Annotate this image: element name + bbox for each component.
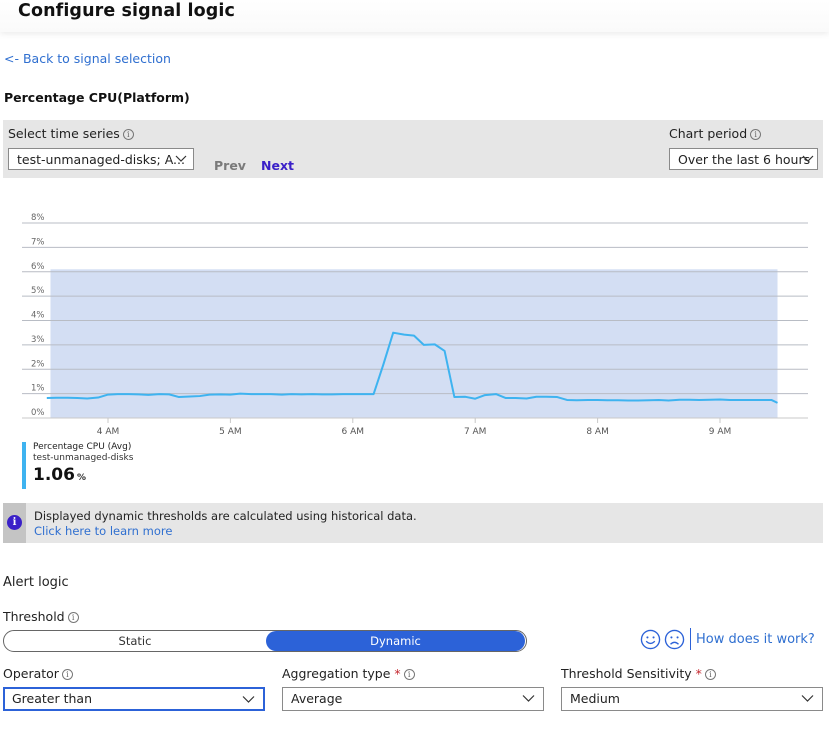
divider: [690, 628, 691, 650]
x-tick-label: 6 AM: [342, 427, 365, 437]
info-icon[interactable]: i: [67, 612, 79, 623]
y-tick-label: 6%: [31, 262, 45, 272]
frown-icon[interactable]: [664, 629, 685, 650]
chevron-down-icon: [801, 695, 814, 702]
y-tick-label: 0%: [31, 408, 45, 418]
operator-selected-value: Greater than: [12, 691, 93, 706]
threshold-option-static[interactable]: Static: [4, 631, 266, 651]
required-marker: *: [394, 666, 401, 681]
x-tick-label: 9 AM: [709, 427, 732, 437]
legend-value-number: 1.06: [33, 465, 75, 485]
how-does-it-work-link[interactable]: How does it work?: [696, 632, 815, 647]
chevron-down-icon: [242, 696, 255, 703]
threshold-label-text: Threshold: [3, 609, 65, 624]
aggregation-type-dropdown[interactable]: Average: [282, 687, 544, 711]
y-tick-label: 4%: [31, 311, 45, 321]
chevron-down-icon: [175, 155, 187, 162]
x-tick-label: 4 AM: [97, 427, 120, 437]
threshold-sensitivity-dropdown[interactable]: Medium: [561, 687, 823, 711]
info-icon[interactable]: i: [61, 669, 73, 680]
y-tick-label: 5%: [31, 286, 45, 296]
time-series-selected-value: test-unmanaged-disks; A...: [17, 152, 185, 167]
blade-header: Configure signal logic: [0, 0, 829, 32]
info-icon: i: [7, 515, 22, 530]
threshold-option-dynamic[interactable]: Dynamic: [266, 631, 525, 651]
time-series-label-text: Select time series: [8, 126, 120, 141]
info-icon[interactable]: i: [122, 129, 134, 140]
legend-resource-name: test-unmanaged-disks: [33, 453, 134, 463]
time-series-toolbar: Select time series i test-unmanaged-disks…: [3, 120, 823, 178]
y-tick-label: 2%: [31, 359, 45, 369]
y-tick-label: 7%: [31, 237, 45, 247]
aggregation-type-label-text: Aggregation type: [282, 666, 391, 681]
y-tick-label: 3%: [31, 335, 45, 345]
info-icon[interactable]: i: [750, 129, 762, 140]
aggregation-type-label: Aggregation type * i: [282, 666, 415, 681]
threshold-sensitivity-selected-value: Medium: [570, 691, 620, 706]
time-series-label: Select time series i: [8, 126, 134, 141]
threshold-type-toggle[interactable]: Static Dynamic: [3, 630, 527, 652]
legend-value-unit: %: [76, 473, 86, 483]
back-to-signal-selection-link[interactable]: <- Back to signal selection: [4, 51, 171, 66]
time-series-select[interactable]: test-unmanaged-disks; A...: [8, 148, 194, 170]
legend-value: 1.06%: [33, 464, 133, 489]
y-tick-label: 8%: [31, 213, 45, 223]
next-button[interactable]: Next: [261, 158, 294, 173]
threshold-sensitivity-label: Threshold Sensitivity * i: [561, 666, 716, 681]
chart-period-select[interactable]: Over the last 6 hours: [669, 148, 818, 170]
info-banner: i Displayed dynamic thresholds are calcu…: [3, 503, 823, 543]
dynamic-threshold-band: [50, 269, 778, 418]
metric-title: Percentage CPU(Platform): [4, 90, 190, 105]
smiley-icon[interactable]: [640, 629, 661, 650]
info-banner-stripe: i: [3, 503, 26, 543]
operator-label: Operator i: [3, 666, 73, 681]
required-marker: *: [695, 666, 702, 681]
info-banner-text: Displayed dynamic thresholds are calcula…: [34, 509, 417, 523]
threshold-label: Threshold i: [3, 609, 79, 624]
aggregation-type-selected-value: Average: [291, 691, 343, 706]
operator-dropdown[interactable]: Greater than: [3, 687, 265, 711]
x-tick-label: 5 AM: [219, 427, 242, 437]
learn-more-link[interactable]: Click here to learn more: [34, 524, 172, 538]
alert-logic-heading: Alert logic: [3, 575, 69, 590]
x-tick-label: 7 AM: [464, 427, 487, 437]
page-title: Configure signal logic: [18, 1, 235, 21]
threshold-sensitivity-label-text: Threshold Sensitivity: [561, 666, 692, 681]
x-tick-label: 8 AM: [586, 427, 609, 437]
operator-label-text: Operator: [3, 666, 59, 681]
info-icon[interactable]: i: [403, 669, 415, 680]
chart-period-label-text: Chart period: [669, 126, 748, 141]
chevron-down-icon: [802, 155, 814, 162]
info-icon[interactable]: i: [704, 669, 716, 680]
chart-period-label: Chart period i: [669, 126, 762, 141]
cpu-chart-svg: 0% 1% 2% 3% 4% 5% 6% 7% 8% 4 AM 5 AM 6 AM 7 AM 8 AM 9…: [22, 213, 808, 437]
cpu-chart: 0% 1% 2% 3% 4% 5% 6% 7% 8% 4 AM 5 AM 6 AM 7 AM 8 AM 9…: [0, 205, 829, 440]
chart-period-selected-value: Over the last 6 hours: [678, 152, 811, 167]
chevron-down-icon: [522, 695, 535, 702]
y-tick-label: 1%: [31, 384, 45, 394]
legend-series-name: Percentage CPU (Avg): [33, 442, 132, 452]
prev-button[interactable]: Prev: [214, 158, 246, 173]
chart-legend[interactable]: Percentage CPU (Avg) test-unmanaged-disk…: [22, 442, 133, 489]
feedback-area: How does it work?: [640, 627, 815, 651]
